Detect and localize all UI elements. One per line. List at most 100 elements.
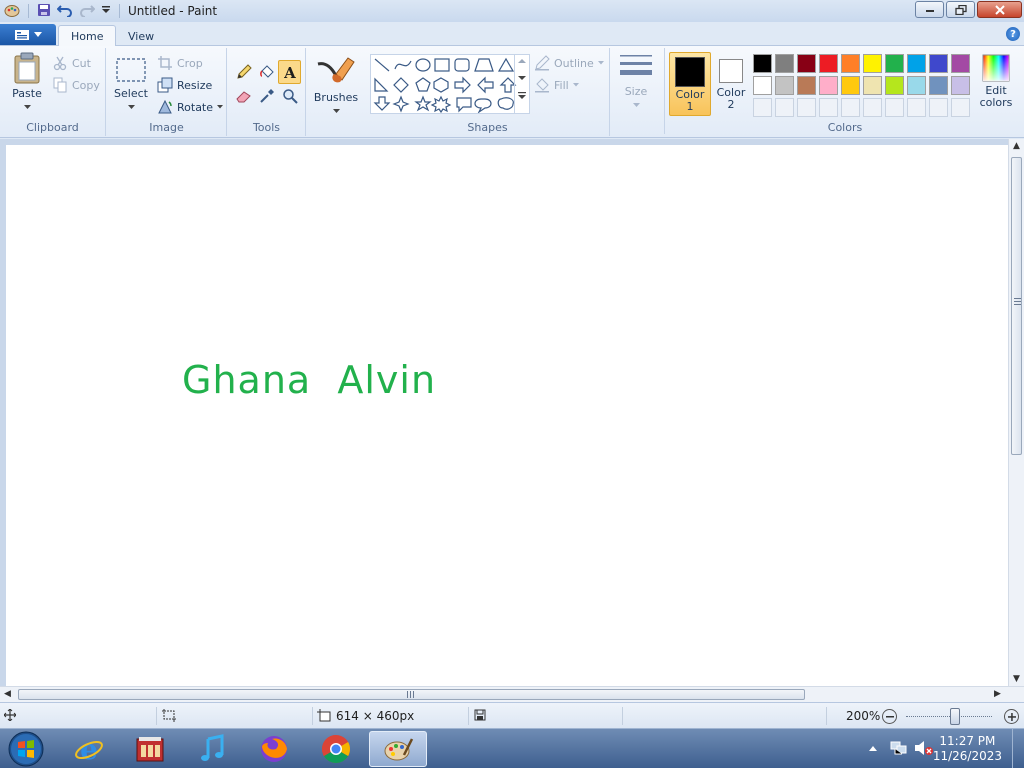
firefox-icon xyxy=(261,736,287,762)
file-size-icon xyxy=(474,709,486,721)
scroll-up-icon[interactable]: ▲ xyxy=(1013,141,1020,151)
custom-color-slot[interactable] xyxy=(819,98,838,117)
vertical-scrollbar[interactable]: ▲ ▼ xyxy=(1008,139,1024,686)
chevron-down-icon xyxy=(632,103,640,107)
zoom-in-button[interactable] xyxy=(1004,709,1019,724)
palette-swatch[interactable] xyxy=(775,76,794,95)
minimize-button[interactable] xyxy=(915,1,944,18)
horizontal-scrollbar[interactable]: ◀ ▶ xyxy=(0,686,1024,702)
palette-swatch[interactable] xyxy=(753,54,772,73)
palette-swatch[interactable] xyxy=(775,54,794,73)
undo-icon[interactable] xyxy=(56,3,73,20)
palette-swatch[interactable] xyxy=(951,54,970,73)
paste-button[interactable]: Paste xyxy=(6,52,48,116)
custom-color-slot[interactable] xyxy=(951,98,970,117)
shapes-gallery-icons xyxy=(373,57,517,114)
shapes-gallery[interactable] xyxy=(370,54,530,114)
taskbar-media-center[interactable] xyxy=(121,731,179,767)
color1-button[interactable]: Color 1 xyxy=(669,52,711,116)
show-desktop-button[interactable] xyxy=(1012,729,1024,768)
taskbar-paint[interactable] xyxy=(369,731,427,767)
crop-label: Crop xyxy=(177,56,203,70)
zoom-slider-track[interactable] xyxy=(906,716,992,717)
custom-color-slot[interactable] xyxy=(797,98,816,117)
taskbar-chrome[interactable] xyxy=(307,731,365,767)
custom-color-slot[interactable] xyxy=(907,98,926,117)
palette-swatch[interactable] xyxy=(863,76,882,95)
palette-swatch[interactable] xyxy=(797,76,816,95)
palette-swatch[interactable] xyxy=(907,54,926,73)
palette-swatch[interactable] xyxy=(841,76,860,95)
chevron-up-icon xyxy=(517,59,526,63)
brushes-button[interactable]: Brushes xyxy=(308,52,364,116)
rotate-button[interactable]: Rotate xyxy=(157,98,224,116)
zoom-out-button[interactable] xyxy=(882,709,897,724)
palette-swatch[interactable] xyxy=(929,54,948,73)
fill-label: Fill xyxy=(554,78,569,92)
tab-home[interactable]: Home xyxy=(58,25,117,47)
scroll-left-icon[interactable]: ◀ xyxy=(4,689,11,699)
chevron-down-icon xyxy=(23,105,31,109)
shapes-gallery-scroll[interactable] xyxy=(514,54,528,114)
palette-swatch[interactable] xyxy=(753,76,772,95)
taskbar-itunes[interactable] xyxy=(183,731,241,767)
palette-swatch[interactable] xyxy=(863,54,882,73)
drawing-canvas[interactable]: Ghana Alvin xyxy=(6,145,1008,686)
fill-tool[interactable] xyxy=(255,60,278,84)
custom-color-slot[interactable] xyxy=(929,98,948,117)
grip-icon xyxy=(407,691,414,698)
palette-swatch[interactable] xyxy=(841,54,860,73)
select-button[interactable]: Select xyxy=(113,56,149,118)
clock-date: 11/26/2023 xyxy=(932,749,1002,763)
paint-app-icon[interactable] xyxy=(4,2,20,21)
status-separator xyxy=(826,707,827,725)
custom-color-slot[interactable] xyxy=(885,98,904,117)
custom-color-slot[interactable] xyxy=(863,98,882,117)
show-hidden-icons-button[interactable] xyxy=(868,742,878,755)
tab-view[interactable]: View xyxy=(116,25,166,47)
palette-swatch[interactable] xyxy=(907,76,926,95)
palette-swatch[interactable] xyxy=(929,76,948,95)
taskbar-firefox[interactable] xyxy=(245,731,303,767)
scroll-right-icon[interactable]: ▶ xyxy=(994,689,1001,699)
pencil-tool[interactable] xyxy=(232,60,255,84)
palette-swatch[interactable] xyxy=(885,54,904,73)
palette-swatch[interactable] xyxy=(885,76,904,95)
horizontal-scroll-thumb[interactable] xyxy=(18,689,805,700)
save-icon[interactable] xyxy=(37,3,51,20)
custom-color-slot[interactable] xyxy=(753,98,772,117)
help-icon[interactable]: ? xyxy=(1006,27,1020,41)
vertical-scroll-thumb[interactable] xyxy=(1011,157,1022,455)
custom-color-slot[interactable] xyxy=(841,98,860,117)
color2-button[interactable]: Color 2 xyxy=(713,52,749,116)
eraser-icon xyxy=(235,91,251,103)
palette-swatch[interactable] xyxy=(797,54,816,73)
network-tray-icon[interactable] xyxy=(890,740,908,759)
scroll-down-icon[interactable]: ▼ xyxy=(1013,674,1020,684)
palette-swatch[interactable] xyxy=(951,76,970,95)
magnifier-tool[interactable] xyxy=(278,84,301,108)
eraser-tool[interactable] xyxy=(232,84,255,108)
cursor-position-icon xyxy=(4,709,16,721)
paint-menu-button[interactable] xyxy=(0,24,56,45)
color-picker-tool[interactable] xyxy=(255,84,278,108)
taskbar-internet-explorer[interactable]: e xyxy=(60,731,118,767)
palette-swatch[interactable] xyxy=(819,76,838,95)
volume-tray-icon[interactable] xyxy=(914,740,934,759)
brush-icon xyxy=(317,57,355,83)
color1-swatch xyxy=(675,57,705,87)
palette-swatch[interactable] xyxy=(819,54,838,73)
customize-qat-icon[interactable] xyxy=(101,5,111,18)
zoom-slider-thumb[interactable] xyxy=(950,708,960,725)
system-clock[interactable]: 11:27 PM 11/26/2023 xyxy=(933,734,1002,764)
custom-color-slot[interactable] xyxy=(775,98,794,117)
resize-label: Resize xyxy=(177,78,213,92)
chevron-down-icon xyxy=(34,31,42,37)
edit-colors-button[interactable]: Edit colors xyxy=(974,54,1018,116)
text-tool[interactable]: A xyxy=(278,60,301,84)
restore-button[interactable] xyxy=(946,1,975,18)
copy-icon xyxy=(53,77,67,93)
close-button[interactable] xyxy=(977,1,1022,18)
start-button[interactable] xyxy=(6,730,46,768)
resize-button[interactable]: Resize xyxy=(157,76,212,94)
